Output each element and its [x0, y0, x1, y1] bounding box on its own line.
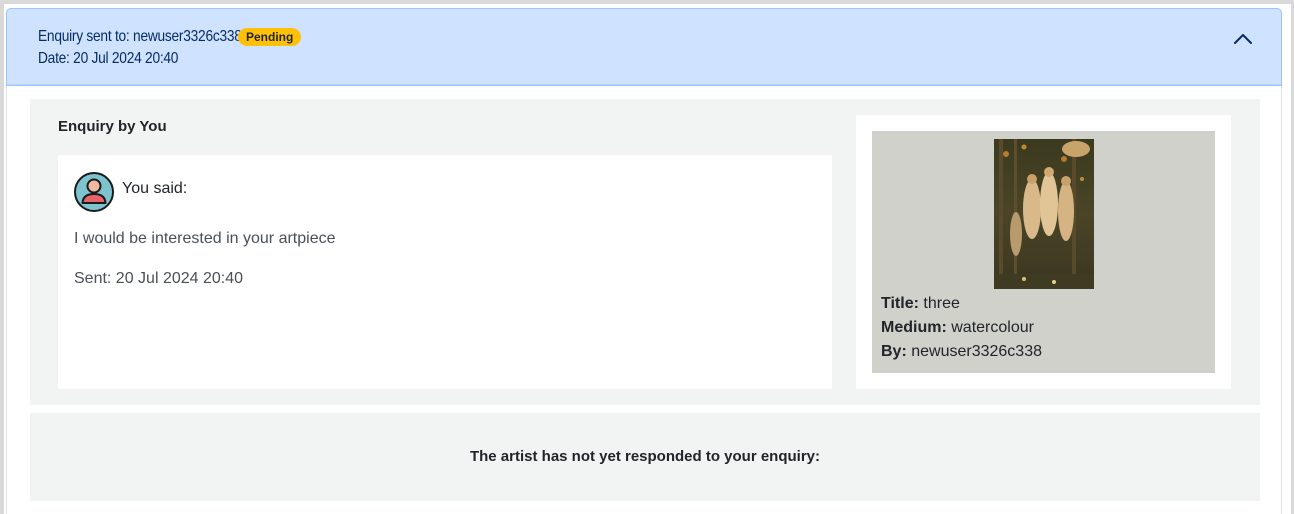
- artwork-artist-value: newuser3326c338: [911, 343, 1042, 360]
- user-avatar-icon: [74, 172, 114, 212]
- artwork-title-value: three: [923, 295, 960, 312]
- enquiry-recipient-line: Enquiry sent to: newuser3326c338: [38, 28, 242, 46]
- enquiry-date-line: Date: 20 Jul 2024 20:40: [38, 50, 178, 68]
- artwork-medium-row: Medium: watercolour: [881, 319, 1034, 337]
- sent-to-label: Enquiry sent to:: [38, 28, 130, 45]
- message-sent-time: Sent: 20 Jul 2024 20:40: [74, 270, 244, 287]
- status-badge: Pending: [238, 28, 302, 46]
- artwork-title-label: Title:: [881, 295, 919, 312]
- date-label: Date:: [38, 50, 70, 67]
- message-speaker: You said:: [122, 180, 188, 197]
- artwork-title-row: Title: three: [881, 295, 960, 313]
- artwork-artist-label: By:: [881, 343, 907, 360]
- chevron-up-icon[interactable]: [1232, 30, 1254, 48]
- recipient-username: newuser3326c338: [133, 28, 242, 45]
- artwork-medium-label: Medium:: [881, 319, 947, 336]
- artwork-thumbnail[interactable]: [994, 139, 1094, 289]
- no-response-message: The artist has not yet responded to your…: [469, 448, 821, 465]
- enquiry-accordion-header[interactable]: Enquiry sent to: newuser3326c338 Date: 2…: [6, 8, 1282, 86]
- message-text: I would be interested in your artpiece: [74, 230, 336, 247]
- artwork-medium-value: watercolour: [951, 319, 1034, 336]
- date-value: 20 Jul 2024 20:40: [73, 50, 179, 67]
- enquiry-section-title: Enquiry by You: [58, 118, 167, 135]
- artwork-artist-row: By: newuser3326c338: [881, 343, 1042, 361]
